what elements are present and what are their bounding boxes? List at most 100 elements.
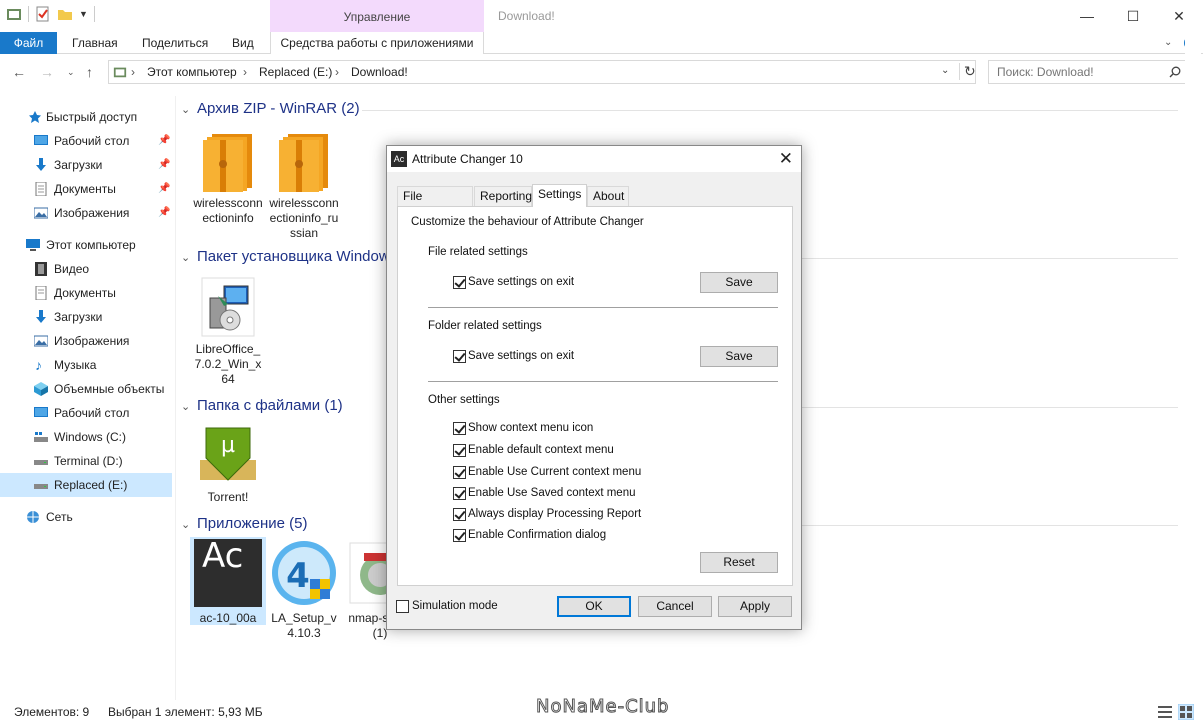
settings-panel: Customize the behaviour of Attribute Cha… — [397, 206, 793, 586]
back-arrow-icon[interactable]: ← — [12, 64, 26, 80]
collapse-chevron-icon[interactable]: ⌄ — [181, 251, 190, 264]
recent-chevron-icon[interactable]: ⌄ — [67, 67, 75, 78]
sidebar-item-pc-desktop[interactable]: Рабочий стол — [0, 401, 172, 425]
ok-button[interactable]: OK — [557, 596, 631, 617]
maximize-button[interactable]: ☐ — [1110, 0, 1156, 32]
always-display-processing-report-checkbox[interactable] — [453, 508, 466, 521]
tab-about[interactable]: About — [587, 186, 629, 206]
pin-icon[interactable]: 📌 — [158, 177, 170, 201]
sidebar-item-this-pc[interactable]: Этот компьютер — [0, 233, 172, 257]
dialog-title-bar[interactable]: Ac Attribute Changer 10 ✕ — [387, 146, 801, 172]
pin-icon[interactable]: 📌 — [158, 129, 170, 153]
customize-toolbar-icon[interactable]: ▼ — [79, 9, 88, 19]
folder-save-button[interactable]: Save — [700, 346, 778, 367]
tab-app-tools[interactable]: Средства работы с приложениями — [270, 32, 484, 54]
simulation-mode-checkbox[interactable] — [396, 600, 409, 613]
search-box[interactable] — [988, 60, 1190, 84]
address-bar[interactable]: › Этот компьютер › Replaced (E:) › Downl… — [108, 60, 976, 84]
up-arrow-icon[interactable]: ↑ — [86, 64, 93, 80]
folder-save-on-exit-checkbox[interactable] — [453, 350, 466, 363]
expand-ribbon-icon[interactable]: ⌄ — [1164, 32, 1172, 54]
simulation-mode-label[interactable]: Simulation mode — [412, 600, 498, 612]
file-item[interactable]: µ Torrent! — [192, 420, 264, 505]
enable-use-saved-context-menu-checkbox[interactable] — [453, 487, 466, 500]
file-item[interactable]: 4 LA_Setup_v4.10.3 — [268, 537, 340, 641]
enable-use-current-context-menu-checkbox[interactable] — [453, 466, 466, 479]
sidebar-item-music[interactable]: ♪ Музыка — [0, 353, 172, 377]
file-item[interactable]: LibreOffice_7.0.2_Win_x64 — [192, 272, 264, 387]
sidebar-item-quick-access[interactable]: Быстрый доступ — [0, 105, 172, 129]
dialog-close-button[interactable]: ✕ — [779, 149, 793, 169]
folder-save-on-exit-label[interactable]: Save settings on exit — [468, 350, 574, 362]
option-label[interactable]: Enable default context menu — [468, 444, 614, 456]
refresh-icon[interactable]: ↻ — [959, 63, 976, 80]
large-icons-view-icon[interactable] — [1178, 704, 1194, 720]
sidebar-item-pc-documents[interactable]: Документы — [0, 281, 172, 305]
enable-default-context-menu-checkbox[interactable] — [453, 444, 466, 457]
sidebar-item-pc-pictures[interactable]: Изображения — [0, 329, 172, 353]
file-save-button[interactable]: Save — [700, 272, 778, 293]
close-button[interactable]: ✕ — [1156, 0, 1202, 32]
search-icon[interactable] — [1169, 66, 1181, 78]
cancel-button[interactable]: Cancel — [638, 596, 712, 617]
tab-home[interactable]: Главная — [72, 32, 118, 54]
file-item[interactable]: wirelessconnectioninfo — [192, 126, 264, 226]
address-dropdown-icon[interactable]: ⌄ — [941, 65, 949, 76]
breadcrumb-drive[interactable]: Replaced (E:) — [259, 65, 332, 79]
collapse-chevron-icon[interactable]: ⌄ — [181, 518, 190, 531]
enable-confirmation-dialog-checkbox[interactable] — [453, 529, 466, 542]
sidebar-item-drive-d[interactable]: Terminal (D:) — [0, 449, 172, 473]
pin-icon[interactable]: 📌 — [158, 153, 170, 177]
sidebar-item-downloads[interactable]: Загрузки 📌 — [0, 153, 172, 177]
manage-tab-header[interactable]: Управление — [270, 0, 484, 33]
apply-button[interactable]: Apply — [718, 596, 792, 617]
tab-settings[interactable]: Settings — [532, 184, 587, 207]
file-name: ac-10_00a — [199, 611, 257, 625]
group-header[interactable]: Папка с файлами (1) — [197, 397, 343, 414]
option-label[interactable]: Show context menu icon — [468, 422, 593, 434]
option-label[interactable]: Always display Processing Report — [468, 508, 641, 520]
tab-file[interactable]: Файл — [0, 32, 57, 54]
reset-button[interactable]: Reset — [700, 552, 778, 573]
sidebar-item-pictures[interactable]: Изображения 📌 — [0, 201, 172, 225]
group-header[interactable]: Пакет установщика Windows — [197, 248, 397, 265]
tab-reporting[interactable]: Reporting — [474, 186, 532, 206]
tab-share[interactable]: Поделиться — [142, 32, 208, 54]
file-item[interactable]: Ac ac-10_00a — [190, 537, 266, 625]
tab-view[interactable]: Вид — [232, 32, 254, 54]
option-label[interactable]: Enable Use Saved context menu — [468, 487, 636, 499]
sidebar-item-pc-downloads[interactable]: Загрузки — [0, 305, 172, 329]
show-context-menu-icon-checkbox[interactable] — [453, 422, 466, 435]
breadcrumb-folder[interactable]: Download! — [351, 65, 408, 79]
collapse-chevron-icon[interactable]: ⌄ — [181, 400, 190, 413]
collapse-chevron-icon[interactable]: ⌄ — [181, 103, 190, 116]
minimize-button[interactable]: — — [1064, 0, 1110, 32]
winrar-archive-icon — [198, 130, 258, 192]
properties-icon[interactable] — [35, 6, 51, 22]
sidebar-item-3d-objects[interactable]: Объемные объекты — [0, 377, 172, 401]
new-folder-icon[interactable] — [57, 6, 73, 22]
sidebar-item-network[interactable]: Сеть — [0, 505, 172, 529]
explorer-icon[interactable] — [6, 6, 22, 22]
tab-file-properties[interactable]: File Properties — [397, 186, 473, 222]
breadcrumb-this-pc[interactable]: Этот компьютер — [147, 65, 237, 79]
pictures-icon — [34, 207, 48, 219]
file-save-on-exit-label[interactable]: Save settings on exit — [468, 276, 574, 288]
file-save-on-exit-checkbox[interactable] — [453, 276, 466, 289]
pin-icon[interactable]: 📌 — [158, 201, 170, 225]
sidebar-item-desktop[interactable]: Рабочий стол 📌 — [0, 129, 172, 153]
pane-divider[interactable] — [175, 96, 176, 700]
search-input[interactable] — [997, 61, 1167, 83]
sidebar-item-documents[interactable]: Документы 📌 — [0, 177, 172, 201]
file-item[interactable]: wirelessconnectioninfo_russian — [268, 126, 340, 241]
option-label[interactable]: Enable Confirmation dialog — [468, 529, 606, 541]
group-header[interactable]: Приложение (5) — [197, 515, 307, 532]
forward-arrow-icon[interactable]: → — [40, 64, 54, 80]
group-header[interactable]: Архив ZIP - WinRAR (2) — [197, 100, 360, 117]
vertical-scrollbar[interactable] — [1185, 34, 1201, 700]
sidebar-item-drive-e[interactable]: Replaced (E:) — [0, 473, 172, 497]
sidebar-item-drive-c[interactable]: Windows (C:) — [0, 425, 172, 449]
option-label[interactable]: Enable Use Current context menu — [468, 466, 641, 478]
sidebar-item-video[interactable]: Видео — [0, 257, 172, 281]
details-view-icon[interactable] — [1158, 705, 1172, 719]
